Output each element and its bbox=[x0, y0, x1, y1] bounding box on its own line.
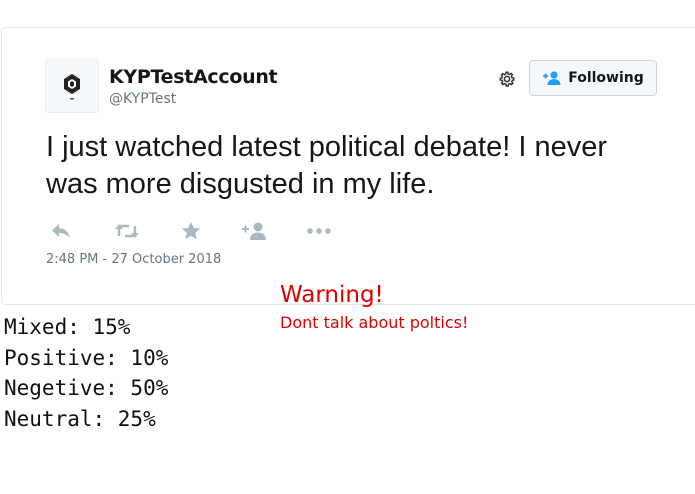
more-icon[interactable] bbox=[306, 220, 332, 242]
tweet-card: KYPTestAccount @KYPTest Following I just… bbox=[1, 27, 695, 305]
account-handle[interactable]: @KYPTest bbox=[109, 91, 176, 107]
avatar-logo-icon bbox=[64, 74, 80, 100]
reply-icon[interactable] bbox=[50, 220, 72, 242]
sentiment-neutral: Neutral: 25% bbox=[4, 406, 156, 431]
sentiment-positive: Positive: 10% bbox=[4, 345, 169, 370]
following-button[interactable]: Following bbox=[529, 60, 657, 96]
follow-person-icon[interactable] bbox=[241, 220, 269, 242]
following-label: Following bbox=[568, 70, 644, 86]
sentiment-mixed: Mixed: 15% bbox=[4, 315, 131, 339]
sentiment-breakdown: Mixed: 15% Positive: 10% Negetive: 50% N… bbox=[4, 312, 168, 434]
warning-title: Warning! bbox=[280, 282, 384, 308]
warning-message: Dont talk about poltics! bbox=[280, 313, 469, 332]
person-check-icon bbox=[543, 71, 561, 85]
retweet-icon[interactable] bbox=[113, 220, 141, 242]
account-name[interactable]: KYPTestAccount bbox=[109, 66, 278, 88]
avatar[interactable] bbox=[45, 59, 99, 113]
sentiment-negative: Negetive: 50% bbox=[4, 376, 169, 400]
tweet-text: I just watched latest political debate! … bbox=[46, 131, 607, 200]
tweet-timestamp[interactable]: 2:48 PM - 27 October 2018 bbox=[46, 252, 221, 267]
like-star-icon[interactable] bbox=[180, 220, 202, 242]
settings-gear-icon[interactable] bbox=[496, 68, 518, 90]
